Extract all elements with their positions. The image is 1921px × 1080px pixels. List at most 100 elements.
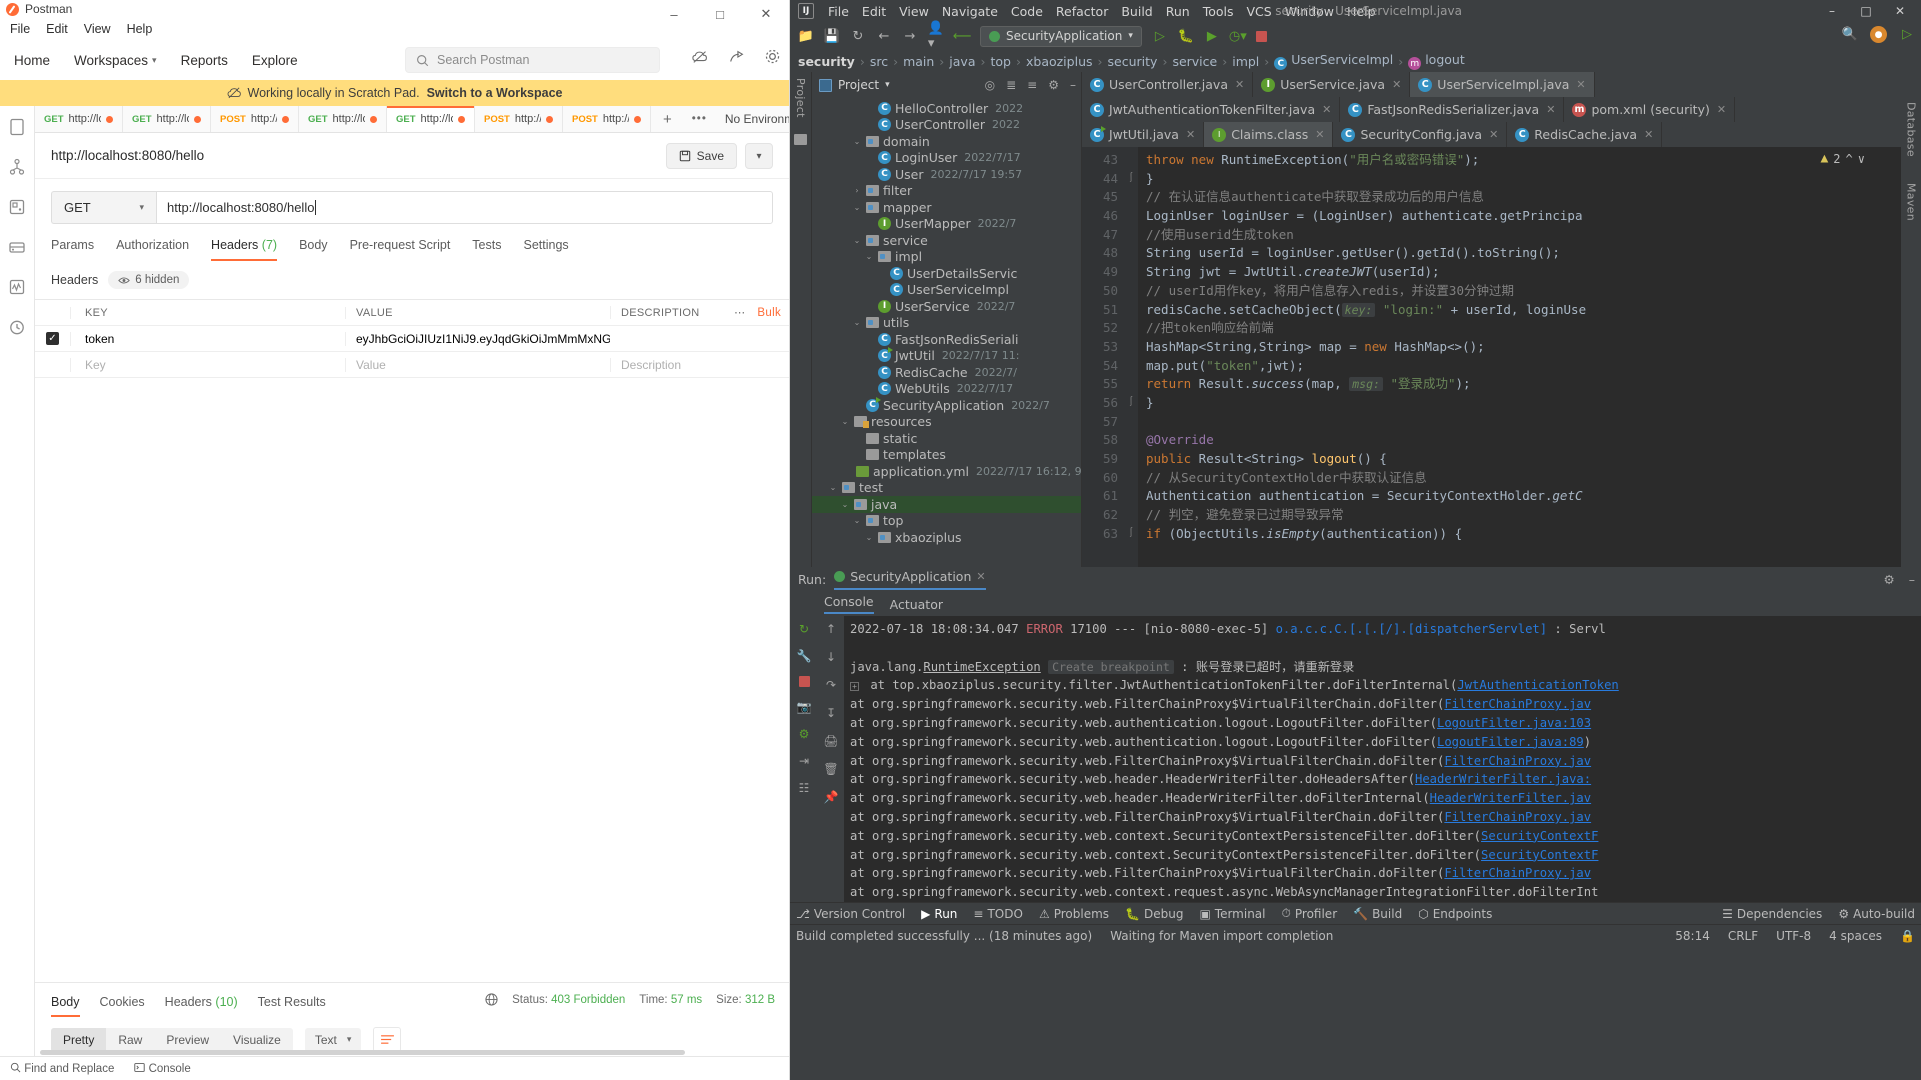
idea-menu-item[interactable]: Refactor bbox=[1056, 4, 1108, 19]
project-tree-node[interactable]: C HelloController 2022 bbox=[812, 100, 1081, 117]
tool-window-button[interactable]: ⚙ Auto-build bbox=[1838, 907, 1915, 921]
editor-tab[interactable]: C RedisCache.java ✕ bbox=[1507, 122, 1663, 147]
tree-expander-icon[interactable]: ⌄ bbox=[840, 417, 850, 426]
scroll-up-icon[interactable]: ↑ bbox=[826, 622, 836, 636]
tree-expander-icon[interactable]: ⌄ bbox=[852, 516, 862, 525]
project-tree-node[interactable]: I UserMapper 2022/7 bbox=[812, 216, 1081, 233]
gutter-mark[interactable] bbox=[1124, 226, 1138, 245]
project-tree-node[interactable]: C LoginUser 2022/7/17 bbox=[812, 150, 1081, 167]
collapse-all-icon[interactable]: ≡ bbox=[1027, 78, 1037, 92]
project-tree-node[interactable]: › filter bbox=[812, 183, 1081, 200]
row-key[interactable]: token bbox=[70, 331, 345, 346]
save-options-button[interactable]: ▾ bbox=[745, 143, 773, 169]
project-tree-node[interactable]: templates bbox=[812, 447, 1081, 464]
search-everywhere-icon[interactable]: 🔍 bbox=[1842, 27, 1858, 43]
gutter-mark[interactable]: ⎰ bbox=[1124, 525, 1138, 544]
gutter-mark[interactable] bbox=[1124, 263, 1138, 282]
tool-window-button[interactable]: ▣ Terminal bbox=[1199, 907, 1265, 921]
avatar[interactable]: ● bbox=[1870, 26, 1887, 43]
stop-icon[interactable] bbox=[798, 676, 810, 687]
gear-icon[interactable]: ⚙ bbox=[1884, 572, 1895, 587]
close-icon[interactable]: ✕ bbox=[1315, 128, 1324, 141]
request-section-tab[interactable]: Headers (7) bbox=[211, 238, 278, 261]
project-tree-node[interactable]: ⌄ resources bbox=[812, 414, 1081, 431]
breadcrumb-item[interactable]: xbaoziplus bbox=[1026, 54, 1093, 69]
response-tab[interactable]: Test Results bbox=[258, 995, 326, 1017]
editor-tab[interactable]: I UserService.java ✕ bbox=[1253, 72, 1411, 97]
save-button[interactable]: Save bbox=[665, 143, 737, 169]
editor-tab[interactable]: C JwtAuthenticationTokenFilter.java ✕ bbox=[1082, 97, 1341, 122]
tree-expander-icon[interactable]: ⌄ bbox=[864, 533, 874, 542]
idea-menu-item[interactable]: Tools bbox=[1203, 4, 1234, 19]
console-button[interactable]: Console bbox=[134, 1062, 191, 1075]
caret-position[interactable]: 58:14 bbox=[1675, 929, 1710, 943]
invite-icon[interactable] bbox=[728, 49, 746, 65]
gutter-mark[interactable] bbox=[1124, 282, 1138, 301]
project-tree-node[interactable]: ⌄ mapper bbox=[812, 199, 1081, 216]
history-icon[interactable] bbox=[8, 318, 26, 336]
rerun-icon[interactable]: ↻ bbox=[799, 622, 809, 636]
monitors-icon[interactable] bbox=[8, 278, 26, 296]
request-tab[interactable]: GET http://loca bbox=[123, 106, 211, 132]
run-subtab[interactable]: Actuator bbox=[890, 597, 943, 612]
tool-tab-project[interactable]: Project bbox=[794, 78, 807, 118]
bulk-edit-link[interactable]: Bulk bbox=[757, 307, 781, 319]
tool-window-button[interactable]: 🐛 Debug bbox=[1125, 907, 1183, 921]
tool-window-button[interactable]: ⏱ Profiler bbox=[1282, 906, 1338, 921]
project-tree-node[interactable]: C FastJsonRedisSeriali bbox=[812, 331, 1081, 348]
inspection-widget[interactable]: ▲ 2 ^ ∨ bbox=[1820, 151, 1865, 166]
response-format-select[interactable]: Text ▾ bbox=[304, 1027, 362, 1052]
request-tab[interactable]: POST http://loc bbox=[563, 106, 651, 132]
gutter-mark[interactable] bbox=[1124, 151, 1138, 170]
breadcrumb-item[interactable]: security bbox=[1108, 54, 1158, 69]
idea-menu-item[interactable]: Edit bbox=[862, 4, 886, 19]
request-section-tab[interactable]: Tests bbox=[472, 238, 501, 261]
gutter-mark[interactable]: ⎰ bbox=[1124, 170, 1138, 189]
tree-expander-icon[interactable]: ⌄ bbox=[852, 203, 862, 212]
ide-notifications-icon[interactable]: ▷ bbox=[1899, 27, 1915, 43]
thread-dump-icon[interactable]: ⚙ bbox=[799, 727, 810, 741]
sync-icon[interactable]: ↻ bbox=[850, 28, 866, 44]
wrap-lines-button[interactable] bbox=[373, 1027, 402, 1052]
breadcrumb-item[interactable]: security bbox=[798, 54, 855, 69]
gutter-mark[interactable] bbox=[1124, 207, 1138, 226]
project-tree-node[interactable]: C WebUtils 2022/7/17 bbox=[812, 381, 1081, 398]
tool-window-button[interactable]: ⚠ Problems bbox=[1039, 907, 1109, 921]
breadcrumb-item[interactable]: service bbox=[1172, 54, 1217, 69]
response-tab[interactable]: Headers (10) bbox=[165, 995, 238, 1017]
project-tree-node[interactable]: C UserServiceImpl bbox=[812, 282, 1081, 299]
pin-icon[interactable]: 📌 bbox=[824, 790, 839, 804]
idea-menu-item[interactable]: Code bbox=[1011, 4, 1043, 19]
close-icon[interactable]: ✕ bbox=[1644, 128, 1653, 141]
tree-expander-icon[interactable]: › bbox=[852, 186, 862, 195]
request-section-tab[interactable]: Body bbox=[299, 238, 328, 261]
close-icon[interactable]: ✕ bbox=[1322, 103, 1331, 116]
breadcrumb-item[interactable]: impl bbox=[1232, 54, 1259, 69]
tree-expander-icon[interactable]: ⌄ bbox=[852, 137, 862, 146]
request-tab[interactable]: POST http://loc bbox=[475, 106, 563, 132]
idea-minimize-button[interactable]: – bbox=[1815, 4, 1849, 18]
gutter-mark[interactable] bbox=[1124, 357, 1138, 376]
new-row-value-input[interactable]: Value bbox=[345, 357, 610, 372]
response-tab[interactable]: Cookies bbox=[100, 995, 145, 1017]
tool-window-button[interactable]: ☰ Dependencies bbox=[1722, 907, 1822, 921]
checkbox-checked-icon[interactable]: ✓ bbox=[46, 332, 59, 345]
close-icon[interactable]: ✕ bbox=[1186, 128, 1195, 141]
gutter-mark[interactable] bbox=[1124, 319, 1138, 338]
close-icon[interactable]: ✕ bbox=[1576, 78, 1585, 91]
request-section-tab[interactable]: Authorization bbox=[116, 238, 189, 261]
nav-home[interactable]: Home bbox=[14, 53, 50, 68]
print-icon[interactable]: 🖨 bbox=[823, 734, 838, 748]
project-tree-node[interactable]: ⌄ domain bbox=[812, 133, 1081, 150]
gutter-mark[interactable] bbox=[1124, 431, 1138, 450]
collections-icon[interactable] bbox=[8, 118, 26, 136]
idea-menu-item[interactable]: File bbox=[828, 4, 849, 19]
editor-tab[interactable]: C UserController.java ✕ bbox=[1082, 72, 1254, 97]
request-section-tab[interactable]: Settings bbox=[523, 238, 568, 261]
idea-menu-item[interactable]: View bbox=[899, 4, 929, 19]
tool-window-button[interactable]: 🔨 Build bbox=[1353, 907, 1402, 921]
project-tree-node[interactable]: ⌄ service bbox=[812, 232, 1081, 249]
back-icon[interactable]: ← bbox=[876, 28, 892, 44]
project-tree-node[interactable]: C User 2022/7/17 19:57 bbox=[812, 166, 1081, 183]
hidden-headers-toggle[interactable]: 6 hidden bbox=[108, 271, 190, 289]
